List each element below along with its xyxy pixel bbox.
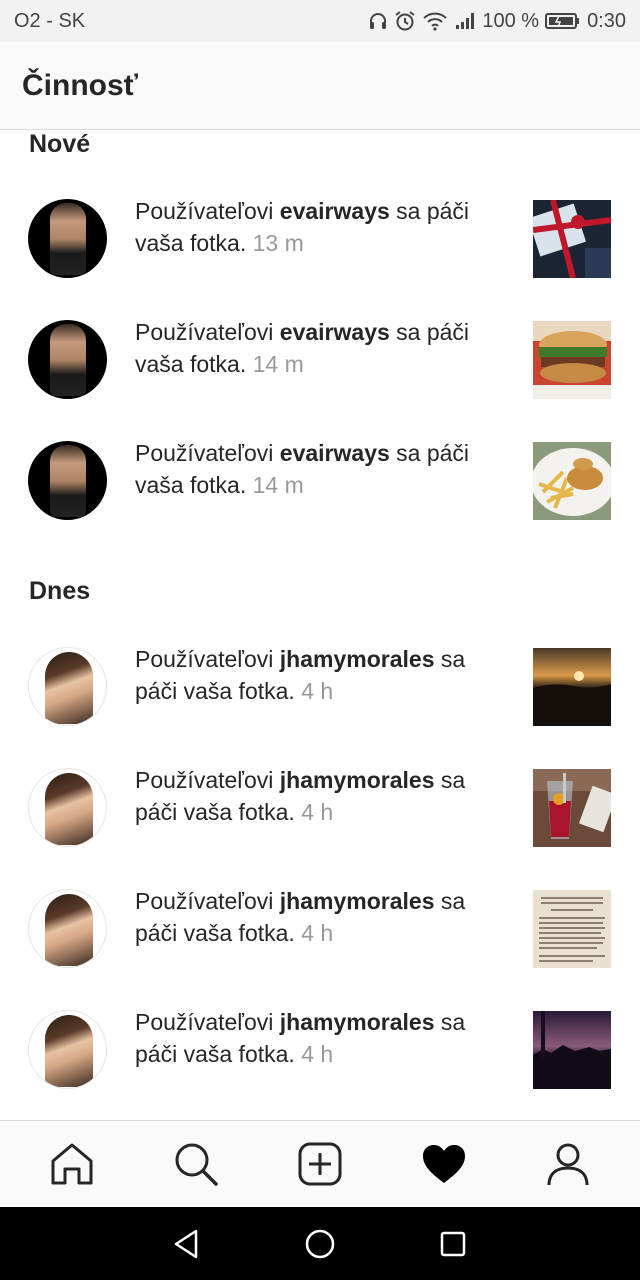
timestamp: 4 h [301,920,334,946]
app-header: Činnosť [0,42,640,130]
bottom-nav [0,1120,640,1207]
username-link[interactable]: evairways [280,198,390,224]
activity-text: Používateľovi jhamymorales sa páči vaša … [135,767,466,825]
section-title-new: Nové [29,130,91,158]
battery-icon [545,11,581,31]
post-thumbnail[interactable] [533,1011,611,1089]
list-item[interactable]: Používateľovi jhamymorales sa páči vaša … [0,758,640,858]
avatar[interactable] [28,889,107,968]
headphones-icon [368,11,388,31]
list-item[interactable]: Používateľovi jhamymorales sa páči vaša … [0,1000,640,1100]
alarm-icon [394,10,416,32]
post-thumbnail[interactable] [533,321,611,399]
home-icon[interactable] [42,1134,102,1194]
timestamp: 4 h [301,1041,334,1067]
list-item[interactable]: Používateľovi evairways sa páči vaša fot… [0,189,640,289]
search-icon[interactable] [166,1134,226,1194]
clock-label: 0:30 [587,9,626,32]
username-link[interactable]: jhamymorales [280,767,435,793]
profile-icon[interactable] [538,1134,598,1194]
timestamp: 4 h [301,799,334,825]
username-link[interactable]: jhamymorales [280,1009,435,1035]
activity-text: Používateľovi jhamymorales sa páči vaša … [135,888,466,946]
username-link[interactable]: evairways [280,440,390,466]
heart-icon[interactable] [414,1134,474,1194]
avatar[interactable] [28,1010,107,1089]
avatar[interactable] [28,768,107,847]
avatar[interactable] [28,441,107,520]
carrier-label: O2 - SK [14,9,86,32]
new-post-icon[interactable] [290,1134,350,1194]
post-thumbnail[interactable] [533,890,611,968]
list-item[interactable]: Používateľovi jhamymorales sa páči vaša … [0,637,640,737]
home-circle-icon[interactable] [295,1219,345,1269]
battery-label: 100 % [482,9,540,32]
list-item[interactable]: Používateľovi jhamymorales sa páči vaša … [0,879,640,979]
status-bar: O2 - SK 100 % 0:30 [0,0,640,42]
timestamp: 4 h [301,678,334,704]
section-title-today: Dnes [29,577,91,605]
list-item[interactable]: Používateľovi evairways sa páči vaša fot… [0,431,640,531]
signal-icon [454,11,476,31]
timestamp: 14 m [252,472,304,498]
activity-feed[interactable]: Nové Používateľovi evairways sa páči vaš… [0,130,640,1120]
activity-text: Používateľovi evairways sa páči vaša fot… [135,319,470,377]
avatar[interactable] [28,199,107,278]
avatar[interactable] [28,647,107,726]
timestamp: 13 m [252,230,304,256]
username-link[interactable]: jhamymorales [280,646,435,672]
list-item[interactable]: Používateľovi evairways sa páči vaša fot… [0,310,640,410]
page-title: Činnosť [22,68,139,102]
activity-text: Používateľovi jhamymorales sa páči vaša … [135,646,466,704]
recents-icon[interactable] [428,1219,478,1269]
username-link[interactable]: jhamymorales [280,888,435,914]
activity-text: Používateľovi jhamymorales sa páči vaša … [135,1009,466,1067]
system-nav-bar [0,1207,640,1280]
activity-text: Používateľovi evairways sa páči vaša fot… [135,198,470,256]
wifi-icon [422,11,448,31]
post-thumbnail[interactable] [533,200,611,278]
post-thumbnail[interactable] [533,442,611,520]
post-thumbnail[interactable] [533,769,611,847]
back-icon[interactable] [162,1219,212,1269]
timestamp: 14 m [252,351,304,377]
post-thumbnail[interactable] [533,648,611,726]
username-link[interactable]: evairways [280,319,390,345]
status-icons: 100 % 0:30 [368,10,626,33]
activity-text: Používateľovi evairways sa páči vaša fot… [135,440,470,498]
avatar[interactable] [28,320,107,399]
